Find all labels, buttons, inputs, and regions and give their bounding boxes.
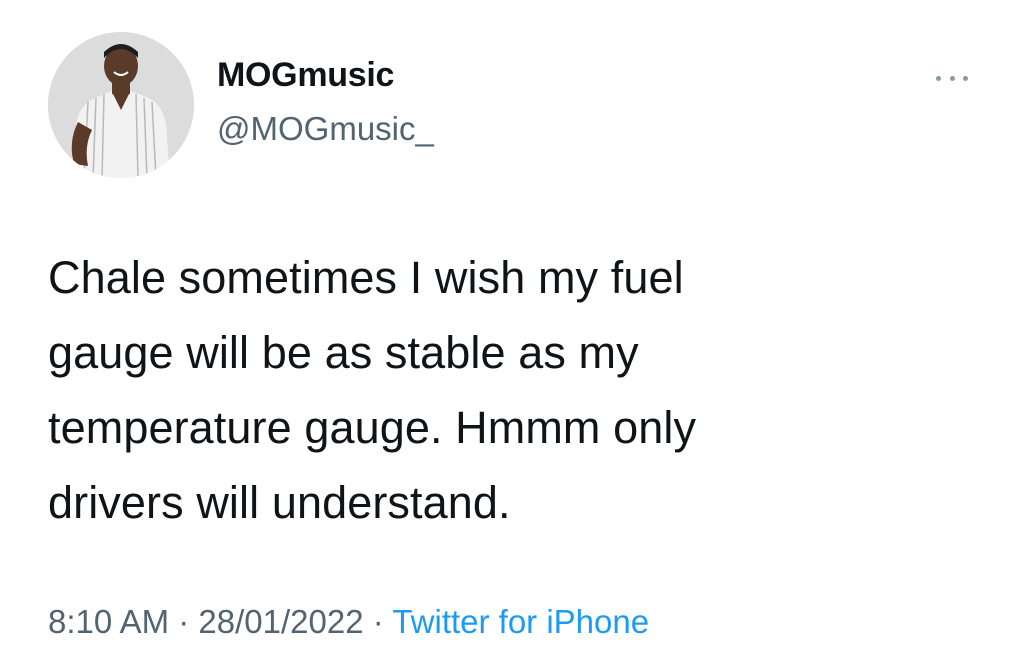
- tweet-time[interactable]: 8:10 AM: [48, 603, 169, 640]
- more-horizontal-icon-dot: [963, 75, 968, 81]
- tweet-text: Chale sometimes I wish my fuel gauge wil…: [48, 240, 948, 540]
- tweet-source-link[interactable]: Twitter for iPhone: [392, 603, 649, 640]
- tweet-text-line: temperature gauge. Hmmm only: [48, 402, 697, 453]
- avatar[interactable]: [48, 32, 194, 178]
- more-horizontal-icon-dot: [949, 75, 955, 81]
- more-options-button[interactable]: [932, 66, 972, 90]
- author-handle[interactable]: @MOGmusic_: [217, 110, 434, 148]
- tweet-meta: 8:10 AM · 28/01/2022 · Twitter for iPhon…: [48, 603, 649, 641]
- author-display-name[interactable]: MOGmusic: [217, 56, 394, 95]
- meta-separator: ·: [363, 603, 393, 640]
- meta-separator: ·: [169, 603, 199, 640]
- tweet-text-line: gauge will be as stable as my: [48, 327, 639, 378]
- more-horizontal-icon: [936, 75, 941, 81]
- tweet-text-line: drivers will understand.: [48, 477, 511, 528]
- tweet-card: MOGmusic @MOGmusic_ Chale sometimes I wi…: [0, 0, 1024, 670]
- tweet-text-line: Chale sometimes I wish my fuel: [48, 252, 684, 303]
- avatar-photo: [48, 32, 194, 178]
- tweet-date[interactable]: 28/01/2022: [198, 603, 363, 640]
